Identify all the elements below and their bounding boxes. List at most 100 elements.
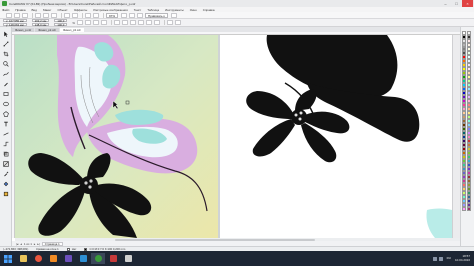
- trim-button[interactable]: [121, 20, 128, 25]
- crop-tool[interactable]: [2, 50, 9, 57]
- clock[interactable]: 18:57 10.04.2016: [455, 254, 470, 263]
- toolbar-separator: [82, 12, 83, 18]
- docker-strip[interactable]: [452, 35, 460, 238]
- fill-tool-icon: [3, 181, 8, 186]
- simplify-button[interactable]: [137, 20, 144, 25]
- import-button[interactable]: [85, 12, 91, 18]
- back-minus-front-button[interactable]: [153, 20, 160, 25]
- prev-page-button[interactable]: ◂: [20, 242, 22, 246]
- pick-tool[interactable]: [2, 30, 9, 37]
- taskbar-coreldraw[interactable]: [91, 253, 105, 264]
- redo-button[interactable]: [72, 12, 78, 18]
- menu-help[interactable]: Справка: [203, 8, 215, 12]
- fullscreen-button[interactable]: [121, 12, 128, 18]
- next-page-button[interactable]: ▸: [34, 242, 36, 246]
- connector-tool-icon: [3, 141, 8, 146]
- drawing-canvas[interactable]: [15, 35, 460, 238]
- shape-tool[interactable]: [2, 40, 9, 47]
- taskbar-app[interactable]: [106, 253, 120, 264]
- smart-fill-tool[interactable]: [2, 190, 9, 197]
- volume-icon[interactable]: [438, 256, 443, 261]
- close-button[interactable]: ×: [462, 0, 473, 7]
- ellipse-tool[interactable]: [2, 100, 9, 107]
- transparency-tool[interactable]: [2, 160, 9, 167]
- zoom-tool[interactable]: [2, 60, 9, 67]
- menu-layout[interactable]: Макет: [43, 8, 52, 12]
- ellipse-tool-icon: [2, 101, 9, 106]
- menu-object[interactable]: Объект: [57, 8, 67, 12]
- zoom-level-select[interactable]: 97%: [106, 12, 119, 18]
- options-button[interactable]: [170, 12, 177, 18]
- cut-button[interactable]: [35, 12, 41, 18]
- taskbar-browser[interactable]: [31, 253, 45, 264]
- minimize-button[interactable]: –: [440, 0, 451, 7]
- menu-view[interactable]: Вид: [32, 8, 37, 12]
- front-minus-back-button[interactable]: [145, 20, 152, 25]
- mirror-h-button[interactable]: [92, 20, 99, 25]
- artistic-media-tool[interactable]: [2, 80, 9, 87]
- freehand-tool[interactable]: [2, 70, 9, 77]
- interactive-fill-tool[interactable]: [2, 180, 9, 187]
- menu-edit[interactable]: Правка: [15, 8, 25, 12]
- rectangle-tool[interactable]: [2, 90, 9, 97]
- color-swatch[interactable]: [467, 207, 471, 211]
- taskbar-app[interactable]: [61, 253, 75, 264]
- maximize-button[interactable]: □: [451, 0, 462, 7]
- paste-button[interactable]: [51, 12, 57, 18]
- menu-table[interactable]: Таблица: [147, 8, 159, 12]
- rotation-button[interactable]: [84, 20, 91, 25]
- eyedropper-tool[interactable]: [2, 170, 9, 177]
- export-button[interactable]: [93, 12, 99, 18]
- network-icon[interactable]: [432, 256, 437, 261]
- media-player-icon: [49, 255, 57, 262]
- property-bar: x: 167,555 мм y: 148,063 мм 203,2 мм 148…: [0, 18, 474, 27]
- taskbar-explorer[interactable]: [16, 253, 30, 264]
- menu-file[interactable]: Файл: [2, 8, 9, 12]
- new-document-button[interactable]: [6, 12, 12, 18]
- photo-app-icon: [79, 255, 87, 262]
- drop-shadow-tool[interactable]: [2, 150, 9, 157]
- copy-button[interactable]: [43, 12, 49, 18]
- scale-height-field[interactable]: 100,0: [54, 22, 68, 27]
- start-button[interactable]: [3, 254, 13, 264]
- taskbar-media[interactable]: [46, 253, 60, 264]
- weld-button[interactable]: [113, 20, 120, 25]
- lock-ratio-button[interactable]: [76, 20, 83, 25]
- pick-tool-icon: [3, 31, 8, 37]
- height-field[interactable]: 148,0 мм: [31, 22, 50, 27]
- open-button[interactable]: [14, 12, 20, 18]
- polygon-tool[interactable]: [2, 110, 9, 117]
- menu-bitmaps[interactable]: Растровые изображения: [93, 8, 127, 12]
- coreldraw-app-icon: [2, 1, 7, 6]
- connector-tool[interactable]: [2, 140, 9, 147]
- browser-icon: [34, 255, 42, 262]
- parallel-dimension-tool[interactable]: [2, 130, 9, 137]
- page-tab[interactable]: Страница 1: [41, 241, 63, 246]
- language-indicator[interactable]: RU: [447, 256, 451, 261]
- scale-fields: 100,0 100,0: [54, 18, 69, 27]
- first-page-button[interactable]: |◂: [16, 242, 18, 246]
- last-page-button[interactable]: ▸|: [37, 242, 39, 246]
- text-tool[interactable]: [2, 120, 9, 127]
- menu-tools[interactable]: Инструменты: [165, 8, 184, 12]
- menu-effects[interactable]: Эффекты: [74, 8, 88, 12]
- app-icon: [124, 255, 132, 262]
- align-button[interactable]: [166, 20, 173, 25]
- rulers-button[interactable]: [129, 12, 136, 18]
- outline-width-button[interactable]: [174, 20, 181, 25]
- taskbar-app[interactable]: [121, 253, 135, 264]
- mirror-v-button[interactable]: [100, 20, 107, 25]
- intersect-button[interactable]: [129, 20, 136, 25]
- grid-button[interactable]: [137, 12, 144, 18]
- y-position-field[interactable]: y: 148,063 мм: [3, 22, 27, 27]
- windows-taskbar: RU 18:57 10.04.2016: [0, 251, 474, 266]
- page-counter: 1 из 1: [23, 241, 32, 246]
- shadow-tool-icon: [3, 151, 8, 156]
- menu-text[interactable]: Текст: [134, 8, 142, 12]
- color-swatch[interactable]: [462, 207, 466, 211]
- taskbar-photo[interactable]: [76, 253, 90, 264]
- undo-button[interactable]: [64, 12, 70, 18]
- snap-to-select[interactable]: Привязать к: [145, 12, 168, 18]
- save-button[interactable]: [22, 12, 28, 18]
- menu-window[interactable]: Окно: [190, 8, 197, 12]
